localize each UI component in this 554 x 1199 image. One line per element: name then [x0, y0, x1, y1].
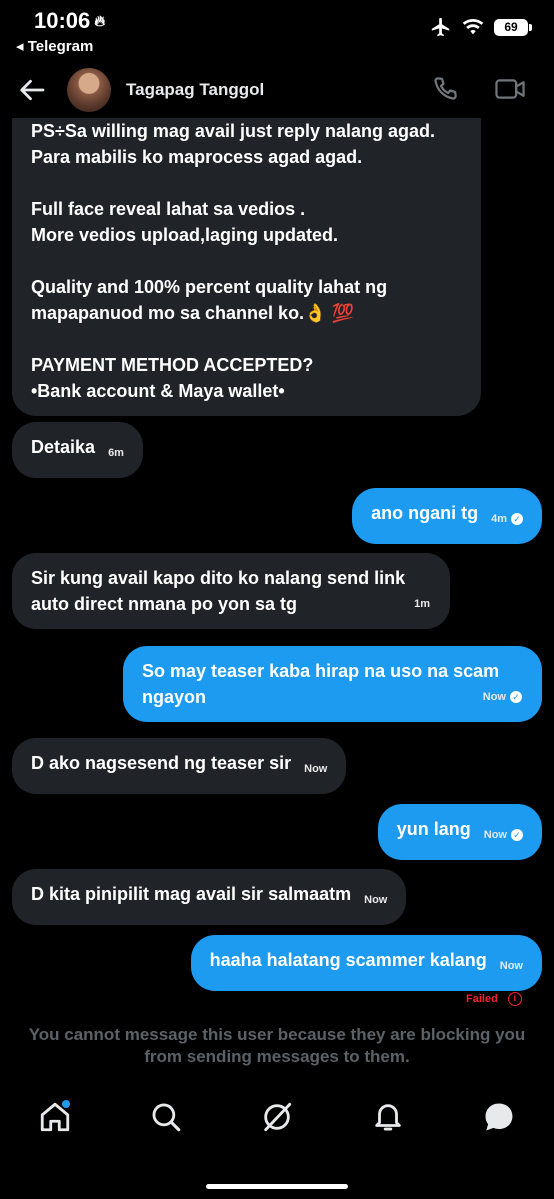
wifi-icon [462, 18, 484, 35]
back-to-telegram-link[interactable]: ◂ Telegram [16, 37, 93, 55]
message-text: D kita pinipilit mag avail sir salmaatm [31, 884, 352, 904]
info-icon[interactable]: i [507, 992, 522, 1006]
message-text: So may teaser kaba hirap na uso na scam … [142, 661, 500, 707]
message-timestamp: 4m ✓ [491, 506, 523, 532]
message-timestamp: Now ✓ [483, 684, 522, 710]
message-text: haaha halatang scammer kalang [209, 950, 487, 970]
clock-text: 10:06 [34, 8, 91, 33]
message-line: PS÷Sa willing mag avail just reply nalan… [31, 121, 435, 141]
message-line [31, 170, 462, 196]
home-notification-dot [62, 1100, 70, 1108]
message-timestamp: Now ✓ [484, 822, 523, 848]
message-timestamp: Now [499, 960, 523, 972]
failed-label: Failed [466, 993, 498, 1005]
message-line: More vedios upload,laging updated. [31, 225, 339, 245]
bottom-navigation [0, 1090, 554, 1150]
message-line: Full face reveal lahat sa vedios . [31, 199, 306, 219]
hotspot-icon: 🔥︎ [94, 12, 106, 30]
grok-icon[interactable] [260, 1100, 294, 1134]
message-bubble-incoming[interactable]: D kita pinipilit mag avail sir salmaatm … [12, 869, 407, 925]
contact-avatar[interactable] [67, 68, 111, 112]
message-line [31, 326, 462, 352]
status-time: 10:06 🔥︎ [34, 8, 105, 34]
message-bubble-outgoing[interactable]: So may teaser kaba hirap na uso na scam … [123, 646, 542, 722]
message-line: Quality and 100% percent quality lahat n… [31, 277, 388, 297]
message-list[interactable]: PS÷Sa willing mag avail just reply nalan… [0, 88, 554, 1066]
battery-icon: 69 [494, 18, 532, 36]
message-timestamp: 6m [108, 447, 124, 459]
chat-header: Tagapag Tanggol [0, 62, 554, 118]
messages-icon[interactable] [482, 1100, 516, 1134]
message-text: ano ngani tg [371, 503, 479, 523]
message-line: •Bank account & Maya wallet• [31, 381, 285, 401]
airplane-mode-icon [431, 17, 450, 37]
message-text: Sir kung avail kapo dito ko nalang send … [31, 568, 406, 614]
blocked-notice: You cannot message this user because the… [28, 1025, 526, 1066]
message-bubble-incoming[interactable]: Detaika 6m [12, 422, 143, 478]
message-bubble-incoming[interactable]: D ako nagsesend ng teaser sir Now [12, 738, 347, 794]
back-arrow-icon[interactable] [18, 75, 48, 105]
message-line: Para mabilis ko maprocess agad agad. [31, 147, 363, 167]
battery-level: 69 [494, 18, 528, 36]
sent-check-icon: ✓ [511, 829, 523, 841]
status-bar: 10:06 🔥︎ ◂ Telegram 69 [0, 0, 554, 60]
message-line: PAYMENT METHOD ACCEPTED? [31, 355, 314, 375]
video-call-icon[interactable] [494, 74, 526, 104]
failed-status[interactable]: Failed i [466, 992, 522, 1006]
notifications-icon[interactable] [371, 1100, 405, 1134]
message-bubble-outgoing[interactable]: yun lang Now ✓ [377, 804, 542, 860]
message-text: D ako nagsesend ng teaser sir [31, 753, 292, 773]
contact-name[interactable]: Tagapag Tanggol [126, 80, 264, 100]
search-icon[interactable] [149, 1100, 183, 1134]
message-bubble-incoming[interactable]: PS÷Sa willing mag avail just reply nalan… [12, 88, 481, 416]
sent-check-icon: ✓ [510, 691, 522, 703]
message-bubble-outgoing[interactable]: ano ngani tg 4m ✓ [352, 488, 542, 544]
sent-check-icon: ✓ [511, 513, 523, 525]
message-text: yun lang [396, 819, 471, 839]
message-timestamp: Now [304, 763, 328, 775]
message-timestamp: Now [364, 894, 388, 906]
message-text: Detaika [31, 437, 96, 457]
message-bubble-incoming[interactable]: Sir kung avail kapo dito ko nalang send … [12, 553, 450, 629]
message-bubble-outgoing[interactable]: haaha halatang scammer kalang Now [190, 935, 542, 991]
home-indicator [206, 1184, 348, 1189]
message-line: mapapanuod mo sa channel ko.👌 💯 [31, 303, 354, 323]
message-line [31, 248, 462, 274]
message-timestamp: 1m [414, 598, 430, 610]
system-icons: 69 [430, 16, 532, 38]
phone-call-icon[interactable] [430, 74, 460, 104]
